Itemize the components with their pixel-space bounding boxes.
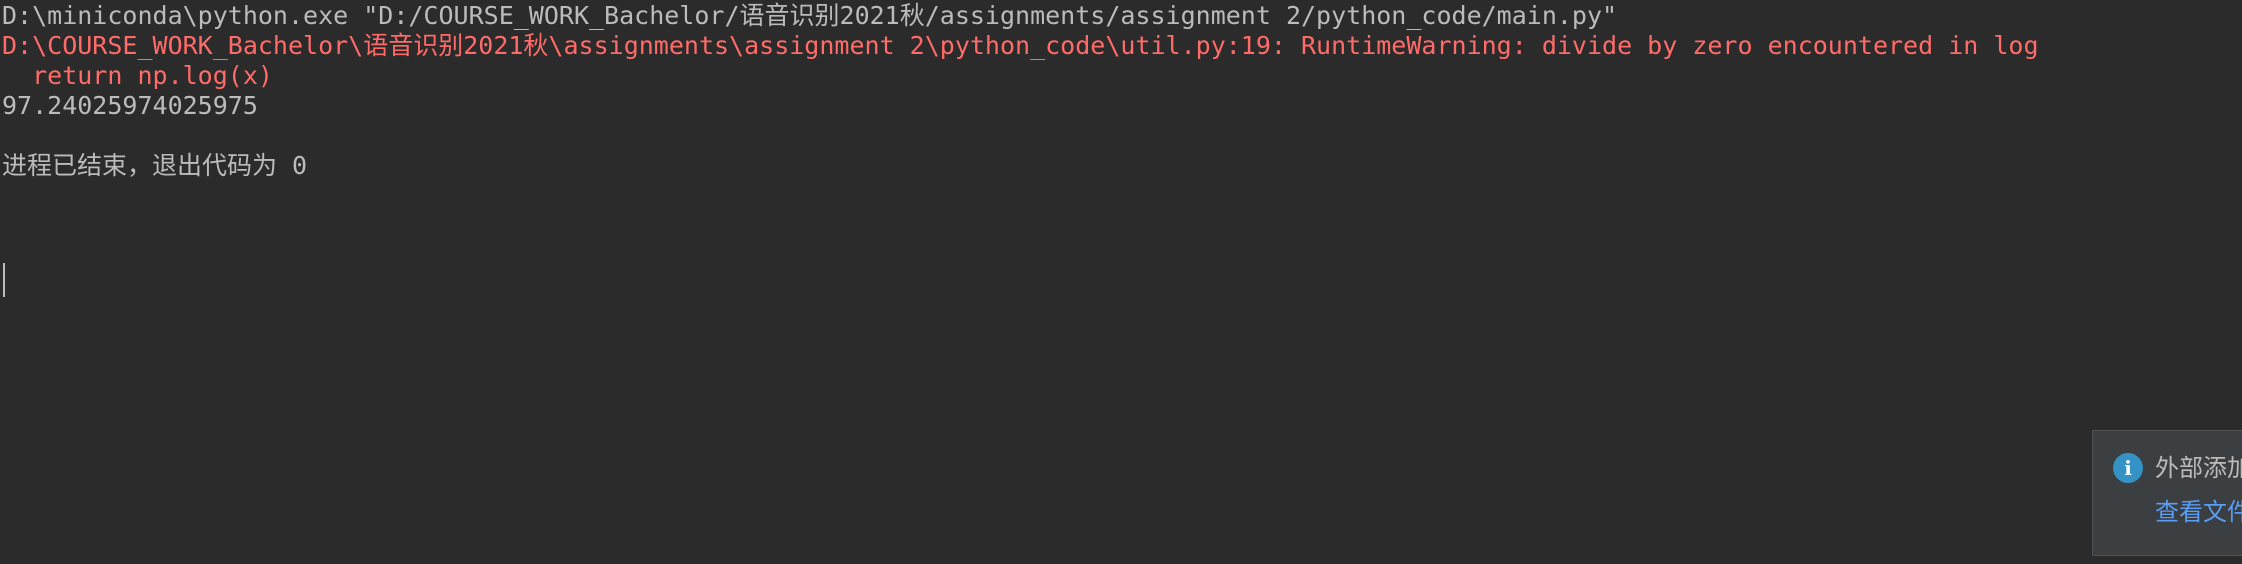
run-console-output[interactable]: D:\miniconda\python.exe "D:/COURSE_WORK_… <box>0 0 2242 564</box>
console-line-traceback: return np.log(x) <box>2 61 273 90</box>
console-line-command: D:\miniconda\python.exe "D:/COURSE_WORK_… <box>2 1 1618 30</box>
notification-view-files-link[interactable]: 查看文件 <box>2155 495 2242 529</box>
console-line-output: 97.24025974025975 <box>2 91 258 120</box>
console-line-exit-status: 进程已结束，退出代码为 0 <box>2 151 308 180</box>
notification-title: 外部添加 <box>2155 454 2242 482</box>
text-cursor <box>3 263 5 297</box>
notification-balloon[interactable]: i 外部添加 查看文件 <box>2092 430 2242 556</box>
info-icon: i <box>2113 453 2143 483</box>
console-line-warning: D:\COURSE_WORK_Bachelor\语音识别2021秋\assign… <box>2 31 2039 60</box>
